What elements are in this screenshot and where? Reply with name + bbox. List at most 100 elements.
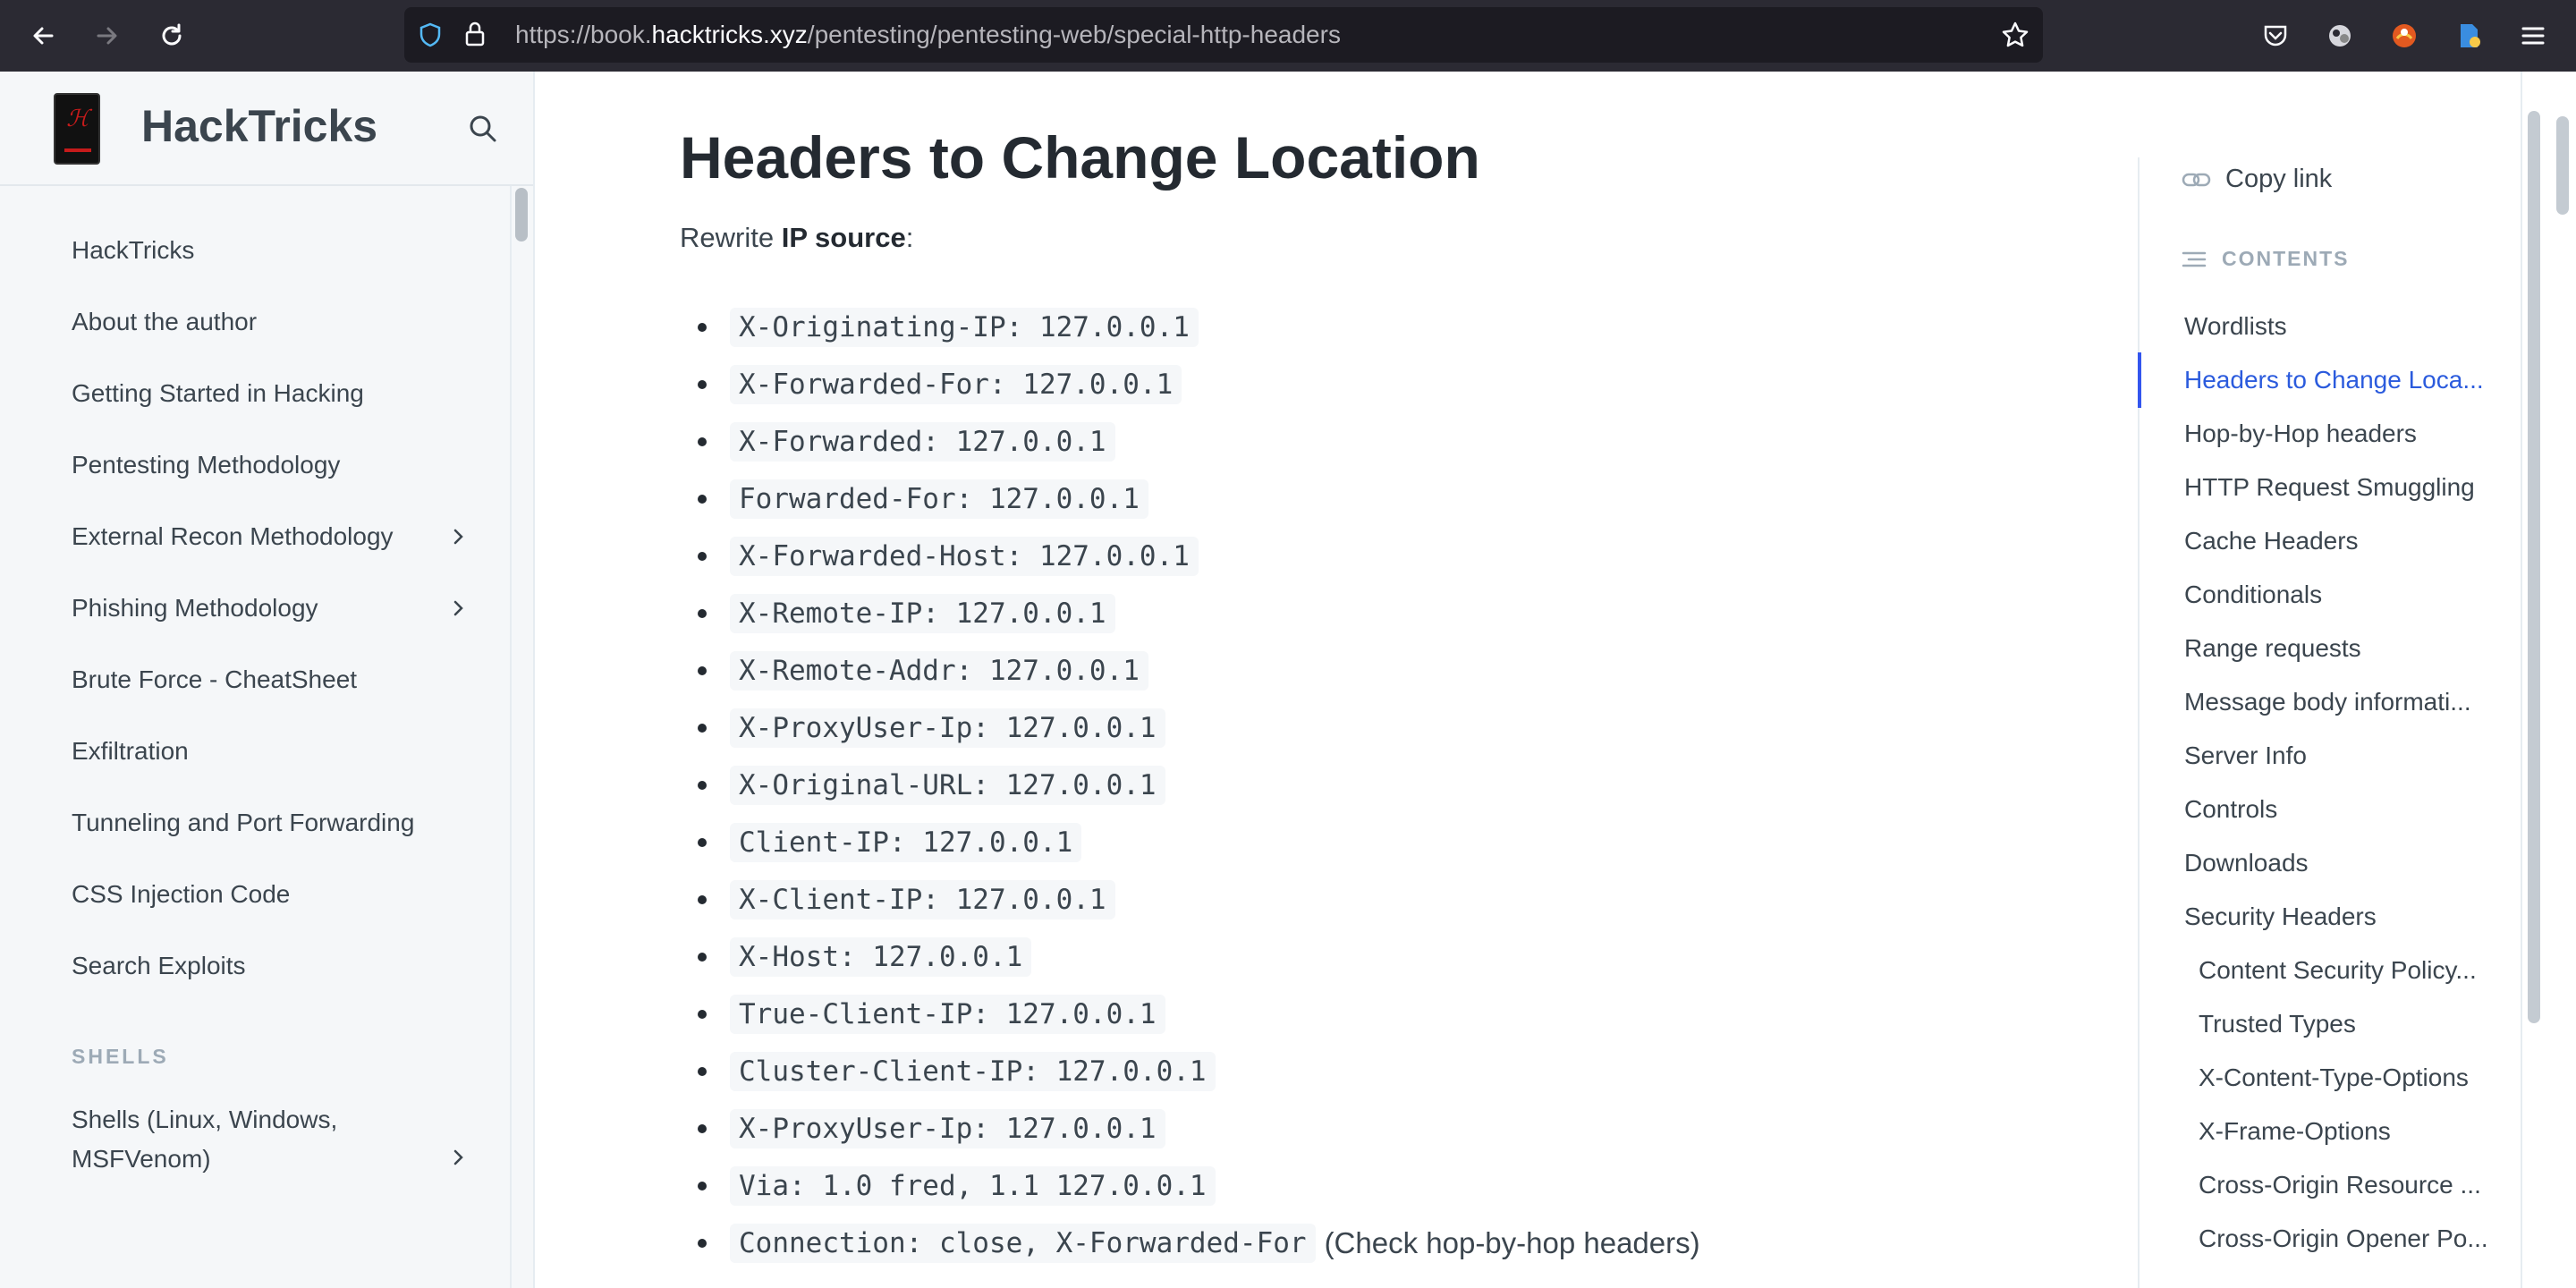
chevron-right-icon[interactable] [447,526,469,547]
extension-button-2[interactable] [2385,16,2424,55]
sidebar-item-external-recon[interactable]: External Recon Methodology [72,517,492,556]
list-item: X-Forwarded: 127.0.0.1 [698,413,1115,470]
url-domain: hacktricks.xyz [651,21,808,48]
toc-item-message-body[interactable]: Message body informati... [2184,684,2515,720]
chevron-right-icon[interactable] [447,597,469,619]
list-item: True-Client-IP: 127.0.0.1 [698,986,1165,1043]
header-code: X-Forwarded-Host: 127.0.0.1 [730,537,1199,576]
back-button[interactable] [23,16,63,55]
logo-mark-icon: ℋ [66,106,89,132]
sidebar-item-pentesting-methodology[interactable]: Pentesting Methodology [72,445,492,485]
lock-icon[interactable] [462,20,488,48]
reload-button[interactable] [152,16,191,55]
toc-subitem-trusted-types[interactable]: Trusted Types [2199,1006,2515,1042]
bullet [698,838,707,847]
arrow-left-icon [33,27,54,45]
toc-item-hop-by-hop[interactable]: Hop-by-Hop headers [2184,416,2515,452]
search-icon[interactable] [465,111,501,147]
reload-icon [162,23,182,46]
brand-title[interactable]: HackTricks [141,100,377,152]
forward-button[interactable] [88,16,127,55]
toc-item-request-smuggling[interactable]: HTTP Request Smuggling [2184,470,2515,505]
contents-label: CONTENTS [2222,247,2350,270]
list-item: Connection: close, X-Forwarded-For (Check… [698,1215,1700,1272]
sidebar-item-getting-started[interactable]: Getting Started in Hacking [72,374,492,413]
toc-subitem-csp[interactable]: Content Security Policy... [2199,953,2515,988]
content-scrollbar[interactable] [2528,111,2540,1023]
toc-item-server-info[interactable]: Server Info [2184,738,2515,774]
sidebar-item-search-exploits[interactable]: Search Exploits [72,946,492,986]
toc-item-downloads[interactable]: Downloads [2184,845,2515,881]
url-path: /pentesting/pentesting-web/special-http-… [807,21,1341,48]
page-scrollbar[interactable] [2556,116,2569,215]
list-item: Forwarded-For: 127.0.0.1 [698,470,1148,528]
list-item: X-Original-URL: 127.0.0.1 [698,757,1165,814]
sidebar-item-shells[interactable]: Shells (Linux, Windows, MSFVenom) [72,1100,492,1179]
extension-ghost-icon [2329,25,2351,47]
header-code: Forwarded-For: 127.0.0.1 [730,479,1148,519]
bullet [698,1182,707,1191]
toc-divider [2138,157,2140,1288]
list-item: X-Remote-IP: 127.0.0.1 [698,585,1115,642]
toc-subitem-cors[interactable]: Cross-Origin Resource ... [2199,1167,2515,1203]
sidebar-scrollbar[interactable] [515,188,528,242]
url-prefix: https://book. [515,21,652,48]
list-item: X-Originating-IP: 127.0.0.1 [698,299,1199,356]
header-code: True-Client-IP: 127.0.0.1 [730,995,1165,1034]
toc-item-conditionals[interactable]: Conditionals [2184,577,2515,613]
extension-button-1[interactable] [2320,16,2360,55]
toc-subitem-x-frame-options[interactable]: X-Frame-Options [2199,1114,2515,1149]
hop-by-hop-note: (Check hop-by-hop headers) [1324,1226,1700,1259]
header-code: Connection: close, X-Forwarded-For [730,1224,1316,1263]
header-code: X-Host: 127.0.0.1 [730,937,1032,977]
toc-active-indicator [2138,352,2141,408]
header-code: X-Forwarded-For: 127.0.0.1 [730,365,1182,404]
hacktricks-logo[interactable]: ℋ [54,93,100,165]
sidebar-item-exfiltration[interactable]: Exfiltration [72,732,492,771]
toc-item-cache-headers[interactable]: Cache Headers [2184,523,2515,559]
toc-item-range-requests[interactable]: Range requests [2184,631,2515,666]
sidebar-item-phishing[interactable]: Phishing Methodology [72,589,492,628]
toc-item-wordlists[interactable]: Wordlists [2184,309,2515,344]
bullet [698,437,707,446]
extension-button-3[interactable] [2449,16,2488,55]
chevron-right-icon[interactable] [447,1147,469,1168]
bullet [698,323,707,332]
bullet [698,1067,707,1076]
list-item: X-Forwarded-Host: 127.0.0.1 [698,528,1199,585]
shield-icon[interactable] [417,21,444,48]
bullet [698,781,707,790]
toc-item-headers-to-change-location[interactable]: Headers to Change Loca... [2184,362,2515,398]
toc-item-security-headers[interactable]: Security Headers [2184,899,2515,935]
header-code: X-Forwarded: 127.0.0.1 [730,422,1115,462]
sidebar-item-shells-line1: Shells (Linux, Windows, [72,1106,338,1133]
pocket-icon [2264,25,2287,47]
copy-link-button[interactable]: Copy link [2181,165,2332,194]
header-code: Via: 1.0 fred, 1.1 127.0.0.1 [730,1166,1216,1206]
main-content: Headers to Change Location Rewrite IP so… [537,72,2129,1288]
header-code: Cluster-Client-IP: 127.0.0.1 [730,1052,1216,1091]
bookmark-star-icon[interactable] [2000,20,2030,50]
bullet [698,1124,707,1133]
menu-button[interactable] [2513,16,2553,55]
sidebar-item-hacktricks[interactable]: HackTricks [72,231,492,270]
sidebar-section-shells: SHELLS [72,1045,169,1068]
sidebar-item-brute-force[interactable]: Brute Force - CheatSheet [72,660,492,699]
address-bar[interactable]: https://book.hacktricks.xyz/pentesting/p… [404,7,2043,63]
header-code: Client-IP: 127.0.0.1 [730,823,1082,862]
pocket-button[interactable] [2256,16,2295,55]
sidebar-item-tunneling[interactable]: Tunneling and Port Forwarding [72,803,492,843]
toc-item-controls[interactable]: Controls [2184,792,2515,827]
url-text[interactable]: https://book.hacktricks.xyz/pentesting/p… [515,7,1341,63]
toc-subitem-coop[interactable]: Cross-Origin Opener Po... [2199,1221,2515,1257]
extension-file-icon [2461,24,2480,47]
list-item: X-ProxyUser-Ip: 127.0.0.1 [698,699,1165,757]
bullet [698,724,707,733]
toc-subitem-x-content-type-options[interactable]: X-Content-Type-Options [2199,1060,2515,1096]
sidebar-item-about-the-author[interactable]: About the author [72,302,492,342]
link-icon [2182,173,2211,186]
contents-heading: CONTENTS [2181,247,2350,271]
sidebar-item-css-injection[interactable]: CSS Injection Code [72,875,492,914]
header-code: X-ProxyUser-Ip: 127.0.0.1 [730,1109,1165,1148]
intro-suffix: : [905,222,914,253]
